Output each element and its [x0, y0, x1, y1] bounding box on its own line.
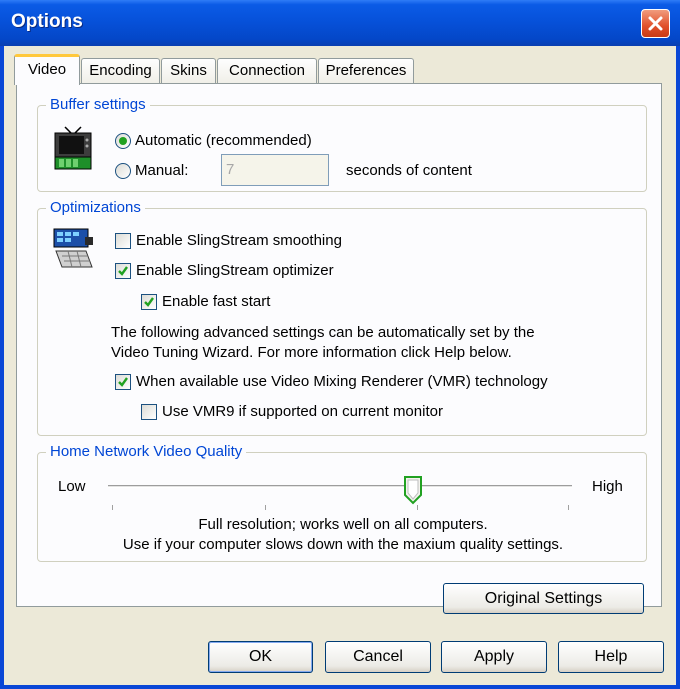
- advanced-info-line2: Video Tuning Wizard. For more informatio…: [111, 344, 512, 361]
- check-mark-icon: [144, 297, 154, 307]
- video-quality-legend: Home Network Video Quality: [46, 442, 247, 462]
- automatic-label: Automatic (recommended): [135, 132, 312, 149]
- tab-label: Encoding: [89, 62, 152, 79]
- optimizer-checkbox[interactable]: [115, 263, 131, 279]
- title-bar[interactable]: Options: [0, 0, 680, 46]
- buffer-settings-legend: Buffer settings: [46, 95, 150, 115]
- optimizer-label: Enable SlingStream optimizer: [136, 262, 334, 279]
- window-title: Options: [11, 11, 83, 32]
- seconds-of-content-label: seconds of content: [346, 162, 472, 179]
- dialog-body: Video Encoding Skins Connection Preferen…: [4, 46, 676, 685]
- options-window: Options Video Encoding Skins Connection …: [0, 0, 680, 689]
- help-button[interactable]: Help: [558, 641, 664, 673]
- optimizations-group: Optimizations Enable SlingStream smoothi…: [37, 198, 647, 436]
- check-mark-icon: [118, 266, 128, 276]
- fast-start-label: Enable fast start: [162, 293, 271, 310]
- slider-tick: [568, 505, 569, 510]
- tab-encoding[interactable]: Encoding: [81, 58, 160, 83]
- quality-low-label: Low: [58, 478, 86, 495]
- close-icon: [648, 16, 663, 31]
- close-button[interactable]: [641, 9, 670, 38]
- quality-desc-line1: Full resolution; works well on all compu…: [198, 516, 488, 533]
- slider-tick: [417, 505, 418, 510]
- manual-radio[interactable]: [115, 163, 131, 179]
- radio-selected-dot: [119, 137, 127, 145]
- buffer-settings-group: Buffer settings Automatic (recommended): [37, 95, 647, 192]
- slider-tick: [265, 505, 266, 510]
- tab-video[interactable]: Video: [14, 54, 80, 85]
- fast-start-checkbox[interactable]: [141, 294, 157, 310]
- tab-skins[interactable]: Skins: [161, 58, 216, 83]
- manual-label: Manual:: [135, 162, 189, 179]
- optimization-tools-icon: [53, 228, 93, 268]
- check-mark-icon: [118, 377, 128, 387]
- smoothing-label: Enable SlingStream smoothing: [136, 232, 342, 249]
- buffer-seconds-input[interactable]: 7: [221, 154, 329, 186]
- slider-tick: [112, 505, 113, 510]
- tab-label: Preferences: [325, 62, 407, 79]
- optimizations-legend: Optimizations: [46, 198, 145, 218]
- ok-button[interactable]: OK: [208, 641, 313, 673]
- apply-button[interactable]: Apply: [441, 641, 547, 673]
- automatic-radio[interactable]: [115, 133, 131, 149]
- advanced-info-line1: The following advanced settings can be a…: [111, 324, 535, 341]
- tab-connection[interactable]: Connection: [217, 58, 317, 83]
- video-quality-group: Home Network Video Quality Low High Full…: [37, 442, 648, 562]
- tab-preferences[interactable]: Preferences: [318, 58, 414, 83]
- tab-label: Connection: [229, 62, 305, 79]
- original-settings-button[interactable]: Original Settings: [443, 583, 644, 614]
- quality-desc-line2: Use if your computer slows down with the…: [122, 536, 564, 553]
- vmr9-label: Use VMR9 if supported on current monitor: [162, 403, 443, 420]
- vmr9-checkbox[interactable]: [141, 404, 157, 420]
- vmr-label: When available use Video Mixing Renderer…: [136, 373, 548, 390]
- smoothing-checkbox[interactable]: [115, 233, 131, 249]
- tv-buffer-icon: [54, 126, 92, 170]
- video-tab-panel: Buffer settings Automatic (recommended): [16, 83, 662, 614]
- quality-slider-thumb[interactable]: [403, 475, 423, 505]
- tab-label: Video: [27, 61, 67, 78]
- quality-slider-track[interactable]: [108, 485, 572, 488]
- quality-description: Full resolution; works well on all compu…: [38, 515, 648, 555]
- vmr-checkbox[interactable]: [115, 374, 131, 390]
- cancel-button[interactable]: Cancel: [325, 641, 431, 673]
- tab-label: Skins: [170, 62, 207, 79]
- quality-high-label: High: [592, 478, 623, 495]
